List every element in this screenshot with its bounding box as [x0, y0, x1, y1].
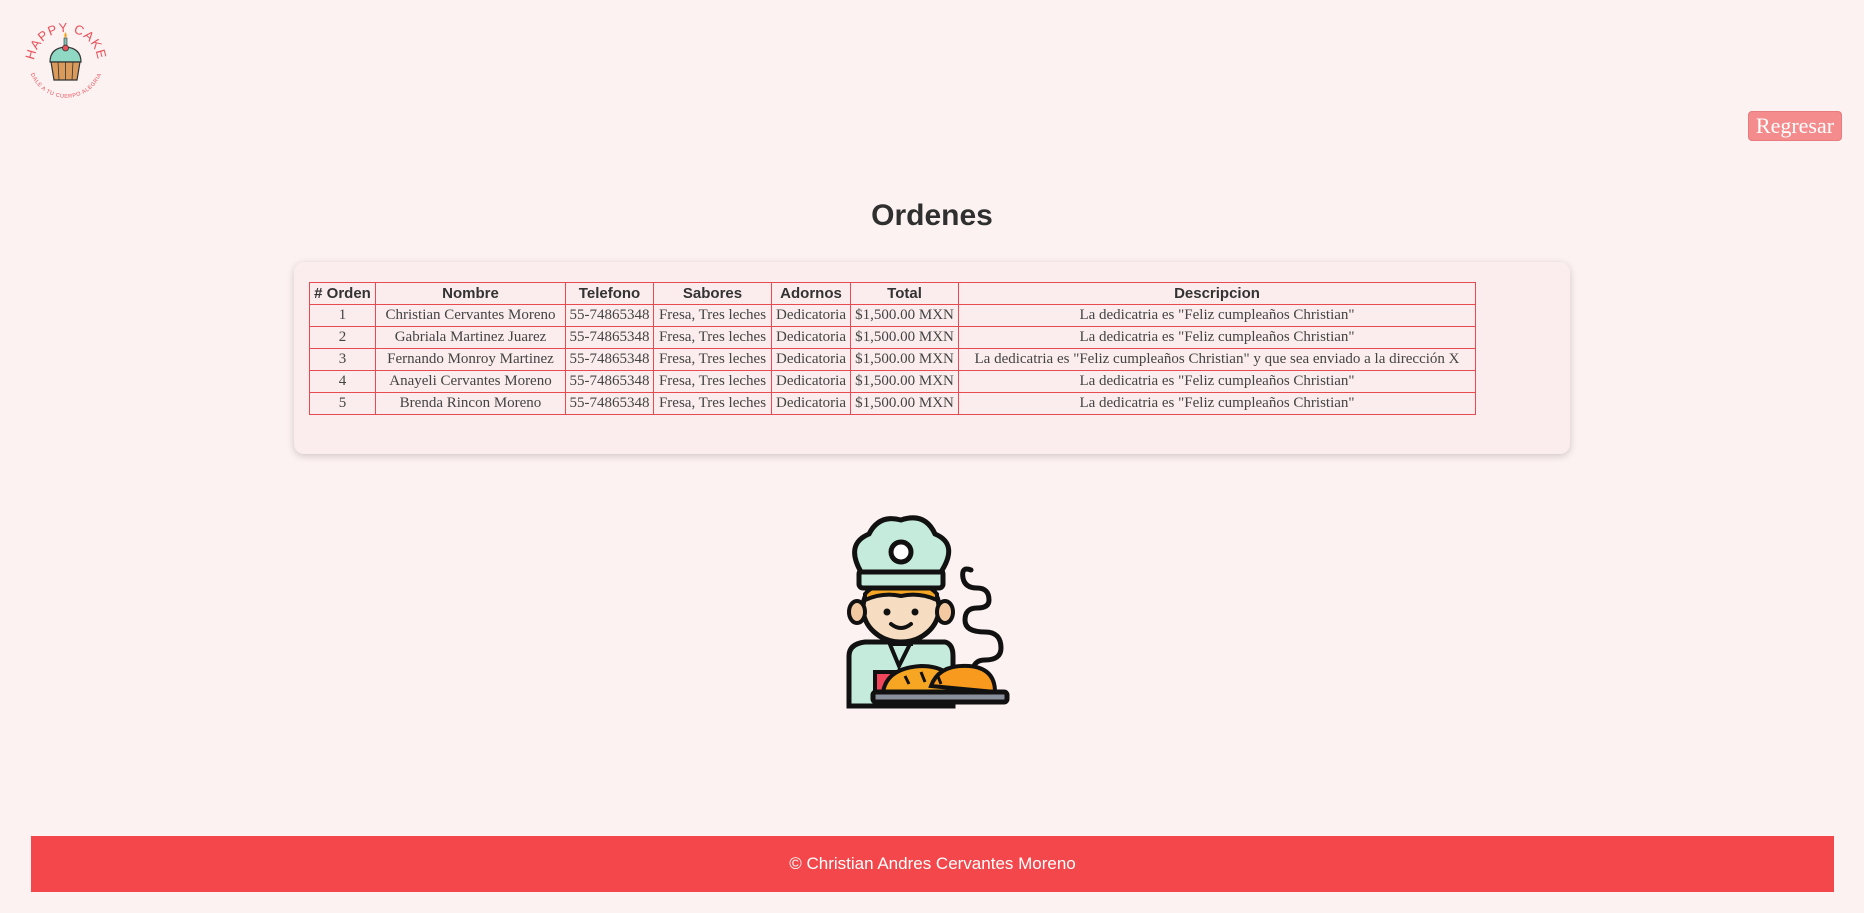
cell-sabores: Fresa, Tres leches [653, 326, 772, 349]
cell-total: $1,500.00 MXN [850, 348, 959, 371]
cell-orden: 2 [309, 326, 376, 349]
table-row: 2 Gabriala Martinez Juarez 55-74865348 F… [309, 326, 1476, 349]
column-header-total: Total [850, 282, 959, 305]
cell-adornos: Dedicatoria [771, 392, 851, 415]
chef-baker-icon [846, 515, 1010, 709]
table-header-row: # Orden Nombre Telefono Sabores Adornos … [309, 282, 1476, 305]
cell-telefono: 55-74865348 [565, 304, 654, 327]
table-row: 3 Fernando Monroy Martinez 55-74865348 F… [309, 348, 1476, 371]
cell-sabores: Fresa, Tres leches [653, 348, 772, 371]
cell-orden: 5 [309, 392, 376, 415]
cell-orden: 1 [309, 304, 376, 327]
column-header-orden: # Orden [309, 282, 376, 305]
cell-nombre: Anayeli Cervantes Moreno [375, 370, 566, 393]
cell-sabores: Fresa, Tres leches [653, 370, 772, 393]
column-header-sabores: Sabores [653, 282, 772, 305]
cell-telefono: 55-74865348 [565, 392, 654, 415]
column-header-nombre: Nombre [375, 282, 566, 305]
cell-telefono: 55-74865348 [565, 326, 654, 349]
footer-copyright: © Christian Andres Cervantes Moreno [31, 836, 1834, 892]
column-header-telefono: Telefono [565, 282, 654, 305]
cell-total: $1,500.00 MXN [850, 304, 959, 327]
column-header-descripcion: Descripcion [958, 282, 1476, 305]
cell-sabores: Fresa, Tres leches [653, 304, 772, 327]
cell-telefono: 55-74865348 [565, 370, 654, 393]
cell-adornos: Dedicatoria [771, 326, 851, 349]
table-row: 4 Anayeli Cervantes Moreno 55-74865348 F… [309, 370, 1476, 393]
cell-orden: 3 [309, 348, 376, 371]
cell-orden: 4 [309, 370, 376, 393]
cell-telefono: 55-74865348 [565, 348, 654, 371]
cell-descripcion: La dedicatria es "Feliz cumpleaños Chris… [958, 348, 1476, 371]
cell-total: $1,500.00 MXN [850, 392, 959, 415]
orders-table: # Orden Nombre Telefono Sabores Adornos … [309, 282, 1476, 415]
column-header-adornos: Adornos [771, 282, 851, 305]
cell-adornos: Dedicatoria [771, 370, 851, 393]
cell-total: $1,500.00 MXN [850, 326, 959, 349]
cell-nombre: Fernando Monroy Martinez [375, 348, 566, 371]
cell-sabores: Fresa, Tres leches [653, 392, 772, 415]
cell-nombre: Christian Cervantes Moreno [375, 304, 566, 327]
cell-descripcion: La dedicatria es "Feliz cumpleaños Chris… [958, 392, 1476, 415]
cell-descripcion: La dedicatria es "Feliz cumpleaños Chris… [958, 304, 1476, 327]
cell-descripcion: La dedicatria es "Feliz cumpleaños Chris… [958, 326, 1476, 349]
cell-adornos: Dedicatoria [771, 304, 851, 327]
regresar-button[interactable]: Regresar [1748, 111, 1842, 141]
cell-nombre: Brenda Rincon Moreno [375, 392, 566, 415]
happy-cake-logo-icon[interactable]: HAPPY CAKE DALE A TU CUERPO ALEGRIA [20, 14, 112, 106]
cell-nombre: Gabriala Martinez Juarez [375, 326, 566, 349]
cell-total: $1,500.00 MXN [850, 370, 959, 393]
table-row: 1 Christian Cervantes Moreno 55-74865348… [309, 304, 1476, 327]
cell-descripcion: La dedicatria es "Feliz cumpleaños Chris… [958, 370, 1476, 393]
page-title: Ordenes [871, 199, 993, 232]
table-row: 5 Brenda Rincon Moreno 55-74865348 Fresa… [309, 392, 1476, 415]
cell-adornos: Dedicatoria [771, 348, 851, 371]
